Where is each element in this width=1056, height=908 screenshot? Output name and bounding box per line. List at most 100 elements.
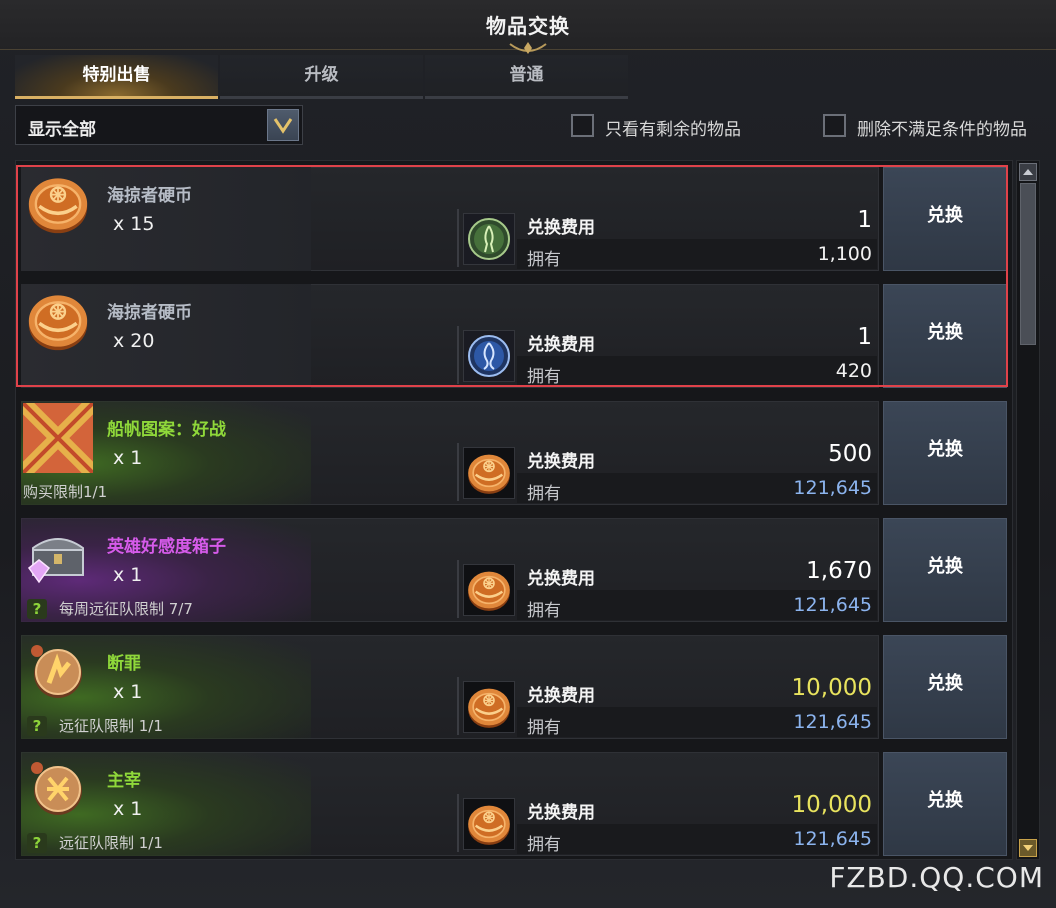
purchase-limit-text: 每周远征队限制 7/7 [59, 600, 193, 618]
cost-label: 兑换费用 [527, 452, 595, 472]
pirate-coin-icon [463, 564, 515, 616]
help-icon[interactable]: ? [27, 716, 47, 736]
scroll-thumb[interactable] [1020, 183, 1036, 345]
cost-value: 10,000 [791, 792, 872, 818]
item-quantity: x 1 [113, 798, 143, 820]
purchase-limit: 购买限制1/1 [23, 481, 107, 502]
treasure-chest-icon[interactable] [23, 520, 95, 592]
item-name: 船帆图案：好战 [107, 420, 226, 440]
exchange-row: 海掠者硬币 x 15 兑换费用 1 拥有 1,100 兑换 [21, 167, 1007, 271]
tab-upgrade[interactable]: 升级 [220, 55, 423, 99]
owned-value: 420 [835, 360, 872, 382]
item-name: 断罪 [107, 654, 141, 674]
purchase-limit-text: 远征队限制 1/1 [59, 717, 163, 735]
cost-label: 兑换费用 [527, 335, 595, 355]
dropdown-toggle-button[interactable] [267, 109, 299, 141]
owned-value: 121,645 [793, 594, 872, 616]
divider [457, 326, 459, 384]
purchase-limit: ? 远征队限制 1/1 [23, 715, 163, 736]
owned-value: 1,100 [817, 243, 872, 265]
arrow-up-icon [1023, 169, 1033, 175]
exchange-row: 主宰 x 1 ? 远征队限制 1/1 兑换费用 10,000 拥有 121,645… [21, 752, 1007, 856]
title-bar: 物品交换 [0, 0, 1056, 54]
tab-bar: 特别出售 升级 普通 [15, 55, 630, 99]
exchange-button[interactable]: 兑换 [883, 518, 1007, 622]
item-name: 主宰 [107, 771, 141, 791]
hide-unmet-option[interactable]: 删除不满足条件的物品 [823, 114, 1048, 140]
owned-label: 拥有 [527, 367, 561, 387]
cost-label: 兑换费用 [527, 569, 595, 589]
exchange-button[interactable]: 兑换 [883, 635, 1007, 739]
hide-unmet-label: 删除不满足条件的物品 [857, 120, 1027, 140]
hide-unmet-checkbox[interactable] [823, 114, 846, 137]
item-quantity: x 1 [113, 447, 143, 469]
arrow-down-icon [1023, 845, 1033, 851]
exchange-button[interactable]: 兑换 [883, 752, 1007, 856]
remaining-only-label: 只看有剩余的物品 [605, 120, 741, 140]
purchase-limit: ? 远征队限制 1/1 [23, 832, 163, 853]
scroll-down-button[interactable] [1019, 839, 1037, 857]
filter-dropdown[interactable]: 显示全部 [15, 105, 303, 145]
help-icon[interactable]: ? [27, 599, 47, 619]
cost-value: 1 [857, 207, 872, 233]
exchange-button[interactable]: 兑换 [883, 284, 1007, 388]
cost-label: 兑换费用 [527, 803, 595, 823]
owned-value: 121,645 [793, 828, 872, 850]
cost-label: 兑换费用 [527, 686, 595, 706]
divider [457, 443, 459, 501]
purchase-limit-text: 购买限制1/1 [23, 483, 108, 501]
tab-special-sale[interactable]: 特别出售 [15, 55, 218, 99]
owned-label: 拥有 [527, 718, 561, 738]
exchange-row: 断罪 x 1 ? 远征队限制 1/1 兑换费用 10,000 拥有 121,645… [21, 635, 1007, 739]
remaining-only-checkbox[interactable] [571, 114, 594, 137]
exchange-button[interactable]: 兑换 [883, 401, 1007, 505]
scroll-up-button[interactable] [1019, 163, 1037, 181]
cost-value: 500 [828, 441, 872, 467]
item-exchange-window: 物品交换 特别出售 升级 普通 显示全部 只看有剩余的物品 删除不满足条件的物品 [0, 0, 1056, 908]
exchange-row: 英雄好感度箱子 x 1 ? 每周远征队限制 7/7 兑换费用 1,670 拥有 1… [21, 518, 1007, 622]
cost-label: 兑换费用 [527, 218, 595, 238]
item-name: 海掠者硬币 [107, 186, 192, 206]
blue-spirit-token-icon [463, 330, 515, 382]
pirate-coin-icon [463, 798, 515, 850]
owned-label: 拥有 [527, 484, 561, 504]
owned-label: 拥有 [527, 835, 561, 855]
pirate-coin-icon[interactable] [23, 169, 95, 241]
item-name: 海掠者硬币 [107, 303, 192, 323]
remaining-only-option[interactable]: 只看有剩余的物品 [571, 114, 771, 140]
watermark: FZBD.QQ.COM [829, 861, 1044, 894]
owned-background [517, 356, 877, 386]
owned-label: 拥有 [527, 601, 561, 621]
chevron-down-icon [273, 118, 293, 134]
tab-normal[interactable]: 普通 [425, 55, 628, 99]
sail-pattern-icon[interactable] [17, 397, 99, 479]
owned-value: 121,645 [793, 477, 872, 499]
exchange-button[interactable]: 兑换 [883, 167, 1007, 271]
pirate-coin-icon[interactable] [23, 286, 95, 358]
item-quantity: x 1 [113, 681, 143, 703]
exchange-row: 海掠者硬币 x 20 兑换费用 1 拥有 420 兑换 [21, 284, 1007, 388]
item-name: 英雄好感度箱子 [107, 537, 226, 557]
owned-value: 121,645 [793, 711, 872, 733]
divider [457, 794, 459, 852]
item-quantity: x 20 [113, 330, 155, 352]
scrollbar[interactable] [1016, 160, 1040, 860]
rune-conviction-icon[interactable] [23, 637, 95, 709]
help-icon[interactable]: ? [27, 833, 47, 853]
cost-value: 1 [857, 324, 872, 350]
window-title: 物品交换 [486, 14, 570, 38]
rune-dominion-icon[interactable] [23, 754, 95, 826]
pirate-coin-icon [463, 681, 515, 733]
owned-label: 拥有 [527, 250, 561, 270]
pirate-coin-icon [463, 447, 515, 499]
cost-value: 1,670 [806, 558, 872, 584]
green-spirit-token-icon [463, 213, 515, 265]
purchase-limit-text: 远征队限制 1/1 [59, 834, 163, 852]
exchange-row: 船帆图案：好战 x 1 购买限制1/1 兑换费用 500 拥有 121,645 … [17, 397, 1007, 505]
dropdown-value: 显示全部 [28, 120, 96, 140]
divider [457, 677, 459, 735]
divider [457, 209, 459, 267]
item-quantity: x 1 [113, 564, 143, 586]
cost-value: 10,000 [791, 675, 872, 701]
divider [457, 560, 459, 618]
